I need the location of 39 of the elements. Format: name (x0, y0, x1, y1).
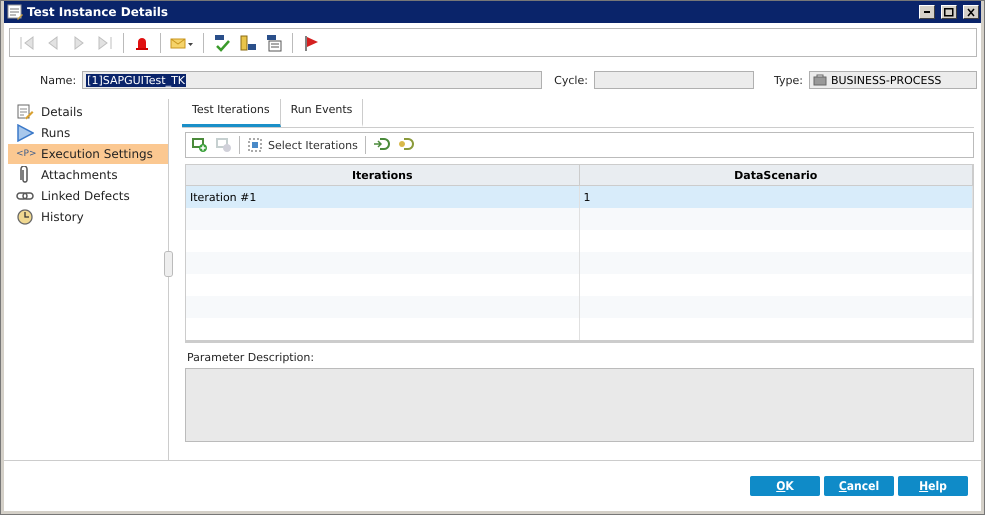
play-icon (16, 124, 34, 142)
clock-icon (16, 208, 34, 226)
notepad-pencil-icon (16, 103, 34, 121)
splitter-handle[interactable] (164, 251, 173, 277)
minimize-icon (924, 11, 930, 13)
dialog-button[interactable]: Cancel (824, 476, 894, 496)
table-cell[interactable]: 1 (580, 186, 973, 208)
close-button[interactable] (963, 5, 979, 19)
tab[interactable]: Test Iterations (182, 99, 281, 127)
dialog-button[interactable]: Help (898, 476, 968, 496)
sidebar-item[interactable]: Attachments (8, 165, 168, 185)
type-label: Type: (774, 74, 803, 86)
table-cell[interactable]: Iteration #1 (186, 186, 580, 208)
sidebar-item[interactable]: History (8, 207, 168, 227)
name-label: Name: (40, 74, 76, 86)
dialog-button[interactable]: OK (750, 476, 820, 496)
maximize-icon (944, 8, 954, 16)
column-header[interactable]: Iterations (186, 165, 580, 186)
sidebar-item[interactable]: Runs (8, 123, 168, 143)
column-header[interactable]: DataScenario (580, 165, 973, 186)
minimize-button[interactable] (919, 5, 935, 19)
cycle-field[interactable] (594, 71, 754, 89)
window-title: Test Instance Details (27, 5, 170, 19)
parameter-description-field[interactable] (185, 368, 974, 442)
sidebar-item[interactable]: <P> Execution Settings (8, 144, 168, 164)
cycle-label: Cycle: (554, 74, 588, 86)
maximize-button[interactable] (941, 5, 957, 19)
tab[interactable]: Run Events (280, 99, 364, 127)
select-icon (247, 137, 263, 153)
select-iterations-button[interactable]: Select Iterations (244, 135, 361, 155)
sidebar-item[interactable]: Details (8, 102, 168, 122)
briefcase-icon (812, 74, 827, 86)
type-field: BUSINESS-PROCESS (808, 71, 977, 89)
sidebar-item[interactable]: Linked Defects (8, 186, 168, 206)
parameter-description-label: Parameter Description: (187, 351, 316, 364)
window-icon (7, 4, 23, 20)
name-field[interactable]: [1]SAPGUITest_TK (82, 71, 542, 89)
close-icon (967, 8, 975, 16)
parameter-icon: <P> (16, 149, 34, 159)
